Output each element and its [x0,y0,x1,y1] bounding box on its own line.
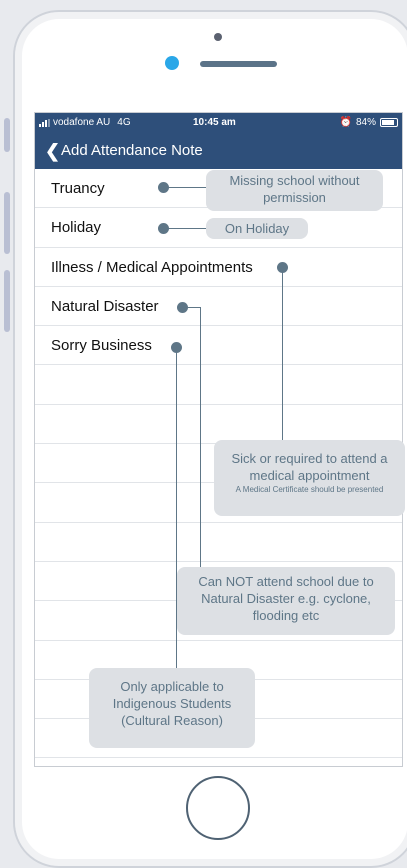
list-item-label: Natural Disaster [51,297,159,315]
attendance-note-list: Truancy Holiday Illness / Medical Appoin… [35,169,402,766]
front-camera [214,33,222,41]
list-item-label: Sorry Business [51,337,152,355]
home-button[interactable] [186,776,250,840]
nav-title[interactable]: Add Attendance Note [61,142,203,159]
empty-row [35,719,402,759]
signal-icon [39,118,50,127]
app-screen: vodafone AU 4G 10:45 am ⏰ 84% ❮ Add Atte… [34,112,403,767]
empty-row [35,601,402,641]
list-item-sorry-business[interactable]: Sorry Business [35,326,402,366]
status-time: 10:45 am [193,117,236,128]
status-bar: vodafone AU 4G 10:45 am ⏰ 84% [35,113,402,133]
mute-switch[interactable] [4,118,10,152]
empty-row [35,680,402,720]
empty-row [35,444,402,484]
carrier-name: vodafone AU [53,117,111,128]
list-item-natural-disaster[interactable]: Natural Disaster [35,287,402,327]
empty-row [35,562,402,602]
battery-percent: 84% [355,117,376,128]
empty-row [35,641,402,680]
alarm-icon: ⏰ [339,117,352,128]
navigation-bar: ❮ Add Attendance Note [35,133,402,169]
earpiece-speaker [200,61,277,67]
empty-row [35,483,402,523]
battery-icon [380,118,398,127]
volume-up-button[interactable] [4,192,10,254]
list-item-illness[interactable]: Illness / Medical Appointments [35,248,402,287]
list-item-holiday[interactable]: Holiday [35,208,402,248]
volume-down-button[interactable] [4,270,10,332]
empty-row [35,405,402,445]
empty-row [35,758,402,766]
network-type: 4G [117,117,131,128]
list-item-label: Holiday [51,219,102,237]
empty-row [35,365,402,405]
back-chevron-icon[interactable]: ❮ [45,141,60,162]
list-item-truancy[interactable]: Truancy [35,169,402,209]
list-item-label: Illness / Medical Appointments [51,258,253,276]
empty-row [35,523,402,562]
list-item-label: Truancy [51,180,105,197]
proximity-sensor [165,56,179,70]
